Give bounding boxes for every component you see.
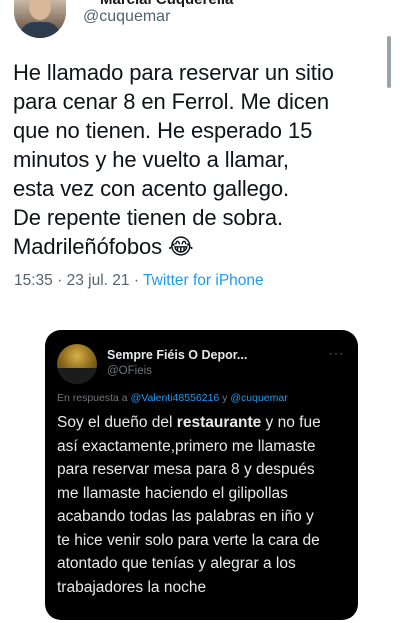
original-tweet: Marcial Cuquerella @cuquemar He llamado …	[0, 0, 400, 300]
mention-link[interactable]: @Valenti48556216	[131, 392, 220, 404]
author-handle[interactable]: @cuquemar	[83, 8, 170, 26]
avatar-shirt-shape	[20, 22, 60, 38]
avatar[interactable]	[57, 344, 97, 384]
tweet-text: He llamado para reservar un sitio para c…	[13, 60, 334, 259]
reply-text-rest: y no fue así exactamente,primero me llam…	[57, 414, 321, 596]
reply-prefix: En respuesta a	[57, 392, 128, 404]
tweet-date[interactable]: 23 jul. 21	[67, 272, 130, 289]
reply-text: Soy el dueño del restaurante y no fue as…	[57, 411, 353, 599]
reply-text-start: Soy el dueño del	[57, 414, 177, 431]
reply-context: En respuesta a @Valenti48556216 y @cuque…	[57, 392, 288, 404]
tweet-metadata: 15:35 · 23 jul. 21 · Twitter for iPhone	[14, 272, 264, 290]
meta-separator: ·	[133, 272, 139, 289]
reply-text-bold: restaurante	[176, 414, 262, 431]
reply-tweet-card: Sempre Fiéis O Depor... @OFieis ··· En r…	[45, 330, 358, 620]
meta-separator: ·	[57, 272, 63, 289]
avatar[interactable]	[14, 0, 66, 38]
tweet-time[interactable]: 15:35	[14, 272, 53, 289]
tweet-source-link[interactable]: Twitter for iPhone	[143, 272, 264, 289]
mention-link[interactable]: @cuquemar	[230, 392, 287, 404]
avatar-face-shape	[29, 0, 51, 20]
avatar-crowd-shape	[57, 368, 97, 384]
reply-conjunction: y	[222, 392, 228, 404]
reply-author-handle[interactable]: @OFieis	[107, 365, 152, 377]
more-options-icon[interactable]: ···	[329, 346, 344, 360]
reply-author-name[interactable]: Sempre Fiéis O Depor...	[107, 348, 247, 362]
author-name[interactable]: Marcial Cuquerella	[100, 0, 233, 8]
